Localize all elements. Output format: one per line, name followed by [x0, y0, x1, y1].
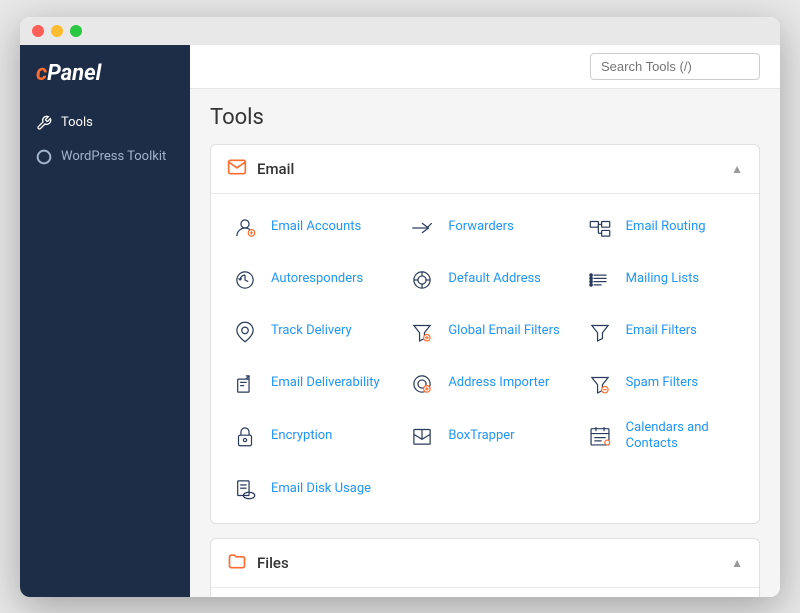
- sidebar-item-wordpress[interactable]: WordPress Toolkit: [20, 140, 190, 174]
- tool-mailing-lists-label: Mailing Lists: [626, 271, 699, 288]
- main-content-area: Tools Email ▲: [190, 45, 780, 597]
- tool-boxtrapper[interactable]: BoxTrapper: [396, 410, 573, 464]
- titlebar: [20, 17, 780, 45]
- tool-forwarders[interactable]: Forwarders: [396, 202, 573, 254]
- close-button[interactable]: [32, 25, 44, 37]
- app-body: cPanel Tools WordPress Toolkit: [20, 45, 780, 597]
- wordpress-icon: [36, 149, 52, 165]
- files-section-header[interactable]: Files ▲: [211, 539, 759, 588]
- files-section-icon: [227, 551, 247, 575]
- page-title: Tools: [210, 105, 760, 130]
- tool-email-disk-usage[interactable]: Email Disk Usage: [219, 463, 396, 515]
- tool-encryption[interactable]: Encryption: [219, 410, 396, 464]
- files-section: Files ▲: [210, 538, 760, 596]
- email-section-icon: [227, 157, 247, 181]
- maximize-button[interactable]: [70, 25, 82, 37]
- email-section-title: Email: [257, 160, 294, 178]
- email-filters-icon: [584, 316, 616, 348]
- minimize-button[interactable]: [51, 25, 63, 37]
- autoresponders-icon: [229, 264, 261, 296]
- tool-track-delivery[interactable]: Track Delivery: [219, 306, 396, 358]
- tool-address-importer-label: Address Importer: [448, 375, 549, 392]
- tool-spam-filters[interactable]: Spam Filters: [574, 358, 751, 410]
- tool-autoresponders[interactable]: Autoresponders: [219, 254, 396, 306]
- sidebar: cPanel Tools WordPress Toolkit: [20, 45, 190, 597]
- email-section-chevron: ▲: [731, 162, 743, 176]
- email-routing-icon: [584, 212, 616, 244]
- tool-global-email-filters[interactable]: Global Email Filters: [396, 306, 573, 358]
- main-header: [190, 45, 780, 89]
- track-delivery-icon: [229, 316, 261, 348]
- tool-email-filters-label: Email Filters: [626, 323, 697, 340]
- tool-email-routing[interactable]: Email Routing: [574, 202, 751, 254]
- tool-calendars-contacts-label: Calendars and Contacts: [626, 420, 741, 454]
- email-section-header[interactable]: Email ▲: [211, 145, 759, 194]
- email-section: Email ▲: [210, 144, 760, 525]
- sidebar-logo: cPanel: [20, 61, 190, 106]
- sidebar-item-wordpress-label: WordPress Toolkit: [61, 149, 166, 164]
- encryption-icon: [229, 420, 261, 452]
- files-section-chevron: ▲: [731, 556, 743, 570]
- calendars-contacts-icon: [584, 420, 616, 452]
- email-disk-usage-icon: [229, 473, 261, 505]
- global-email-filters-icon: [406, 316, 438, 348]
- tool-email-deliverability[interactable]: Email Deliverability: [219, 358, 396, 410]
- tool-autoresponders-label: Autoresponders: [271, 271, 363, 288]
- tool-email-routing-label: Email Routing: [626, 219, 706, 236]
- email-tools-grid: Email Accounts Forwarders: [211, 194, 759, 524]
- sidebar-item-tools[interactable]: Tools: [20, 106, 190, 140]
- address-importer-icon: [406, 368, 438, 400]
- email-deliverability-icon: [229, 368, 261, 400]
- tool-email-accounts[interactable]: Email Accounts: [219, 202, 396, 254]
- files-tools-grid: File Manager Images: [211, 588, 759, 596]
- mailing-lists-icon: [584, 264, 616, 296]
- tool-calendars-contacts[interactable]: Calendars and Contacts: [574, 410, 751, 464]
- tool-boxtrapper-label: BoxTrapper: [448, 428, 514, 445]
- tool-address-importer[interactable]: Address Importer: [396, 358, 573, 410]
- search-input[interactable]: [590, 53, 760, 80]
- tool-email-deliverability-label: Email Deliverability: [271, 375, 380, 392]
- tool-spam-filters-label: Spam Filters: [626, 375, 698, 392]
- tool-default-address-label: Default Address: [448, 271, 541, 288]
- tool-mailing-lists[interactable]: Mailing Lists: [574, 254, 751, 306]
- main-content: Tools Email ▲: [190, 89, 780, 597]
- default-address-icon: [406, 264, 438, 296]
- sidebar-item-tools-label: Tools: [61, 115, 93, 130]
- tool-default-address[interactable]: Default Address: [396, 254, 573, 306]
- tool-forwarders-label: Forwarders: [448, 219, 513, 236]
- files-section-title: Files: [257, 554, 289, 572]
- tool-email-disk-usage-label: Email Disk Usage: [271, 481, 371, 498]
- tool-global-email-filters-label: Global Email Filters: [448, 323, 559, 340]
- wrench-icon: [36, 115, 52, 131]
- spam-filters-icon: [584, 368, 616, 400]
- tool-encryption-label: Encryption: [271, 428, 332, 445]
- tool-email-accounts-label: Email Accounts: [271, 219, 361, 236]
- email-accounts-icon: [229, 212, 261, 244]
- boxtrapper-icon: [406, 420, 438, 452]
- forwarders-icon: [406, 212, 438, 244]
- tool-email-filters[interactable]: Email Filters: [574, 306, 751, 358]
- app-window: cPanel Tools WordPress Toolkit: [20, 17, 780, 597]
- tool-track-delivery-label: Track Delivery: [271, 323, 352, 340]
